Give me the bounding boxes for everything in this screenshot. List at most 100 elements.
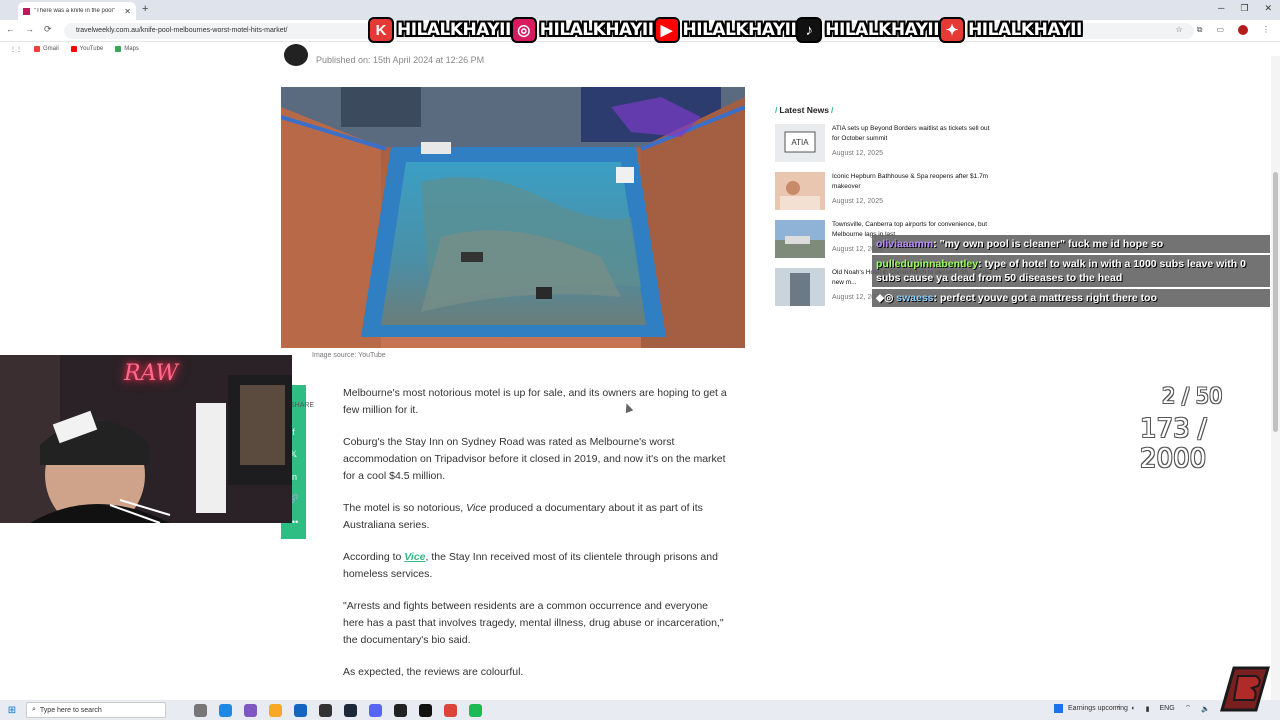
instagram-icon: ◎	[510, 17, 537, 43]
paragraph-text: The motel is so notorious,	[343, 502, 467, 514]
streamer-socials-banner: K HILALKHAYII ◎ HILALKHAYII ▶ HILALKHAYI…	[368, 12, 1082, 48]
search-placeholder: Type here to search	[39, 706, 102, 714]
minimize-icon[interactable]: ─	[1218, 3, 1224, 14]
apps-icon[interactable]: ⋮⋮	[10, 46, 22, 53]
app-icon[interactable]	[419, 703, 432, 717]
bookmark-star-icon[interactable]: ☆	[1176, 25, 1183, 35]
youtube-icon: ▶	[653, 17, 680, 43]
extensions-icon[interactable]: ⧉	[1197, 25, 1203, 35]
taskbar-search[interactable]: ⌕ Type here to search	[26, 702, 166, 718]
system-tray: ⌃ ◐ ▮ ENG ⌔ 🔈	[1116, 704, 1210, 713]
social-handle: HILALKHAYII	[397, 20, 511, 40]
wifi-icon[interactable]: ⌔	[1185, 704, 1192, 713]
social-twitter: ✦ HILALKHAYII	[939, 17, 1082, 43]
search-icon: ⌕	[32, 706, 36, 713]
back-icon[interactable]: ←	[6, 24, 15, 35]
paragraph-emphasis: Vice	[466, 502, 487, 514]
social-handle: HILALKHAYII	[825, 20, 940, 40]
kick-icon: K	[368, 17, 394, 43]
image-caption: Image source: YouTube	[312, 352, 386, 359]
article-paragraph: The motel is so notorious, Vice produced…	[343, 500, 728, 534]
site-favicon-icon	[23, 7, 30, 15]
tray-icon[interactable]: ◐	[1131, 705, 1135, 712]
bookmark-label: Maps	[124, 46, 139, 52]
nav-buttons: ← → ⟳	[6, 24, 52, 35]
goal-counter-large: 173 / 2000	[1140, 414, 1207, 474]
latest-news-heading: / Latest News /	[775, 105, 834, 115]
window-controls: ─ ❐ ✕	[1218, 3, 1272, 14]
chat-username: pulledupinnabentley	[876, 258, 979, 270]
bookmark-maps[interactable]: Maps	[115, 46, 139, 52]
new-tab-button[interactable]: +	[142, 3, 148, 15]
language-indicator[interactable]: ENG	[1160, 705, 1175, 712]
news-item[interactable]: ATIA ATIA sets up Beyond Borders waitlis…	[775, 124, 995, 164]
neon-sign: RAW	[124, 361, 179, 386]
chat-badge-icon: ◆◎	[876, 292, 897, 304]
page-scrollbar[interactable]	[1271, 56, 1280, 700]
news-title[interactable]: Iconic Hepburn Bathhouse & Spa reopens a…	[832, 172, 995, 192]
chrome-icon[interactable]	[444, 703, 457, 717]
volume-icon[interactable]: 🔈	[1201, 705, 1210, 713]
chat-username: swaess	[896, 292, 934, 304]
edge-icon[interactable]	[219, 703, 232, 717]
menu-icon[interactable]: ⋮	[1262, 25, 1270, 35]
chat-text: : perfect youve got a mattress right the…	[933, 292, 1157, 304]
tray-icon[interactable]: ▮	[1146, 705, 1150, 713]
chat-message: pulledupinnabentley: type of hotel to wa…	[872, 255, 1270, 287]
article-paragraph: "Arrests and fights between residents ar…	[343, 600, 724, 646]
windows-start-icon[interactable]: ⊞	[0, 705, 24, 716]
social-instagram: ◎ HILALKHAYII	[510, 17, 654, 43]
app-icon[interactable]	[394, 703, 407, 717]
chat-username: oliviaaamm	[876, 238, 934, 250]
close-window-icon[interactable]: ✕	[1264, 3, 1272, 14]
webcam-feed: RAW	[0, 355, 292, 523]
maximize-icon[interactable]: ❐	[1240, 3, 1248, 14]
browser-extensions: ☆ ⧉ ▭ ⋮	[1176, 25, 1270, 35]
news-title[interactable]: ATIA sets up Beyond Borders waitlist as …	[832, 124, 995, 144]
author-avatar	[284, 44, 308, 66]
vice-link[interactable]: Vice	[404, 551, 425, 563]
social-kick: K HILALKHAYII	[368, 17, 511, 43]
discord-icon[interactable]	[369, 703, 382, 717]
task-view-icon[interactable]	[194, 703, 207, 717]
obs-icon[interactable]	[319, 703, 332, 717]
tab-close-icon[interactable]: ✕	[124, 7, 131, 16]
article-paragraph: According to Vice, the Stay Inn received…	[343, 549, 728, 583]
app-icon[interactable]	[294, 703, 307, 717]
bookmark-label: YouTube	[79, 46, 104, 52]
tray-icon[interactable]: ⌃	[1116, 705, 1122, 713]
bookmark-gmail[interactable]: Gmail	[34, 46, 59, 52]
tab-title: "There was a knife in the pool"	[34, 8, 115, 14]
gmail-icon	[34, 46, 40, 52]
steam-icon[interactable]	[344, 703, 357, 717]
windows-taskbar: ⊞ ⌕ Type here to search Earnings upcomin…	[0, 700, 1280, 720]
news-item[interactable]: Iconic Hepburn Bathhouse & Spa reopens a…	[775, 172, 995, 212]
spotify-icon[interactable]	[469, 703, 482, 717]
facebook-icon[interactable]: f	[292, 427, 295, 437]
profile-avatar[interactable]	[1238, 25, 1248, 35]
paragraph-text: According to	[343, 551, 405, 563]
svg-text:ATIA: ATIA	[791, 138, 809, 147]
reload-icon[interactable]: ⟳	[44, 24, 52, 35]
news-thumbnail: ATIA	[775, 124, 825, 162]
tiktok-icon: ♪	[796, 17, 823, 43]
social-tiktok: ♪ HILALKHAYII	[796, 17, 940, 43]
bookmark-youtube[interactable]: YouTube	[70, 46, 104, 52]
news-thumbnail	[775, 220, 825, 258]
sidebar-icon[interactable]: ▭	[1216, 25, 1224, 35]
file-explorer-icon[interactable]	[269, 703, 282, 717]
article-paragraph: Coburg's the Stay Inn on Sydney Road was…	[343, 436, 726, 482]
news-date: August 12, 2025	[832, 150, 883, 157]
article-paragraph: As expected, the reviews are colourful.	[343, 666, 524, 678]
chat-message: oliviaaamm: "my own pool is cleaner" fuc…	[872, 235, 1270, 253]
goal-counter-small: 2 / 50	[1162, 384, 1223, 408]
forward-icon[interactable]: →	[25, 24, 34, 35]
hero-image	[281, 87, 745, 348]
latest-news-title: Latest News	[779, 105, 829, 115]
scrollbar-thumb[interactable]	[1273, 172, 1278, 432]
app-icon[interactable]	[244, 703, 257, 717]
browser-tab[interactable]: "There was a knife in the pool" ✕	[18, 2, 136, 20]
article-paragraph: Melbourne's most notorious motel is up f…	[343, 387, 727, 416]
social-handle: HILALKHAYII	[539, 20, 654, 40]
chat-text: : "my own pool is cleaner" fuck me id ho…	[933, 238, 1164, 250]
